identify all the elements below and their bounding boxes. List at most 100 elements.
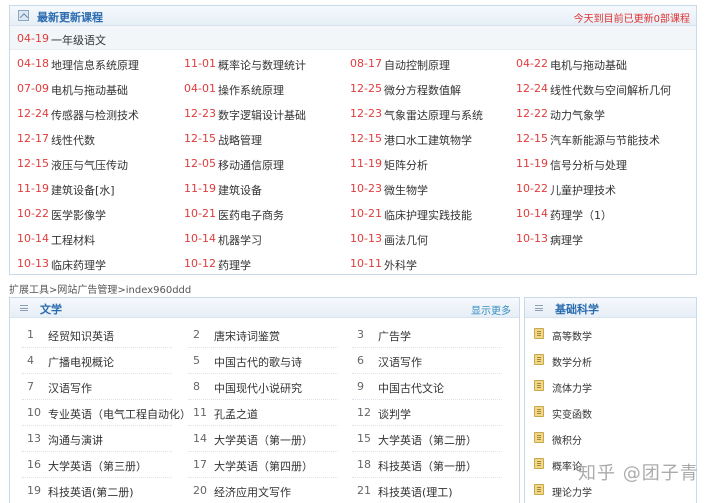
item-link[interactable]: 数学分析 <box>552 354 592 369</box>
course-item[interactable]: 10-21 临床护理实践技能 <box>350 202 520 226</box>
course-item[interactable]: 07-09 电机与拖动基础 <box>17 77 187 101</box>
course-link[interactable]: 医学影像学 <box>51 207 106 223</box>
course-item[interactable]: 10-13 临床药理学 <box>17 252 187 276</box>
course-item[interactable]: 11-01 概率论与数理统计 <box>184 52 354 76</box>
course-link[interactable]: 信号分析与处理 <box>550 157 627 173</box>
item-link[interactable]: 中国现代小说研究 <box>214 380 302 396</box>
course-item[interactable]: 12-24 线性代数与空间解析几何 <box>516 77 686 101</box>
course-link[interactable]: 外科学 <box>384 257 417 273</box>
list-item[interactable]: 7 汉语写作 <box>22 374 172 400</box>
list-item[interactable]: 12 谈判学 <box>352 400 502 426</box>
list-item[interactable]: 8 中国现代小说研究 <box>188 374 338 400</box>
course-link[interactable]: 微生物学 <box>384 182 428 198</box>
course-item[interactable]: 10-22 医学影像学 <box>17 202 187 226</box>
course-item[interactable]: 10-14 机器学习 <box>184 227 354 251</box>
course-link[interactable]: 自动控制原理 <box>384 57 450 73</box>
course-item[interactable]: 11-19 信号分析与处理 <box>516 152 686 176</box>
list-item[interactable]: 3 广告学 <box>352 322 502 348</box>
course-item[interactable]: 12-23 数字逻辑设计基础 <box>184 102 354 126</box>
course-link[interactable]: 电机与拖动基础 <box>51 82 128 98</box>
list-item[interactable]: 15 大学英语（第二册） <box>352 426 502 452</box>
course-link[interactable]: 儿童护理技术 <box>550 182 616 198</box>
course-link[interactable]: 工程材料 <box>51 232 95 248</box>
course-link[interactable]: 传感器与检测技术 <box>51 107 139 123</box>
item-link[interactable]: 大学英语（第三册） <box>48 458 147 474</box>
course-item[interactable]: 08-17 自动控制原理 <box>350 52 520 76</box>
list-item[interactable]: 13 沟通与演讲 <box>22 426 172 452</box>
featured-course[interactable]: 04-19 一年级语文 <box>10 26 696 50</box>
list-item[interactable]: 10 专业英语（电气工程自动化） <box>22 400 191 426</box>
item-link[interactable]: 大学英语（第一册） <box>214 432 313 448</box>
item-link[interactable]: 经济应用文写作 <box>214 484 291 500</box>
course-item[interactable]: 04-22 电机与拖动基础 <box>516 52 686 76</box>
item-link[interactable]: 大学英语（第二册） <box>378 432 477 448</box>
course-link[interactable]: 临床药理学 <box>51 257 106 273</box>
course-link[interactable]: 线性代数 <box>51 132 95 148</box>
course-link[interactable]: 线性代数与空间解析几何 <box>550 82 671 98</box>
list-item[interactable]: 高等数学 <box>532 322 692 348</box>
course-link[interactable]: 概率论与数理统计 <box>218 57 306 73</box>
list-item[interactable]: 14 大学英语（第一册） <box>188 426 338 452</box>
list-item[interactable]: 1 经贸知识英语 <box>22 322 172 348</box>
course-item[interactable]: 11-19 建筑设备[水] <box>17 177 187 201</box>
course-item[interactable]: 10-14 工程材料 <box>17 227 187 251</box>
course-item[interactable]: 12-25 微分方程数值解 <box>350 77 520 101</box>
item-link[interactable]: 高等数学 <box>552 328 592 343</box>
course-link[interactable]: 医药电子商务 <box>218 207 284 223</box>
course-link[interactable]: 操作系统原理 <box>218 82 284 98</box>
course-link[interactable]: 液压与气压传动 <box>51 157 128 173</box>
course-link[interactable]: 药理学 <box>218 257 251 273</box>
course-link[interactable]: 微分方程数值解 <box>384 82 461 98</box>
list-item[interactable]: 11 孔孟之道 <box>188 400 338 426</box>
course-item[interactable]: 12-24 传感器与检测技术 <box>17 102 187 126</box>
item-link[interactable]: 大学英语（第四册） <box>214 458 313 474</box>
item-link[interactable]: 唐宋诗词鉴赏 <box>214 328 280 344</box>
course-link[interactable]: 汽车新能源与节能技术 <box>550 132 660 148</box>
course-item[interactable]: 12-15 汽车新能源与节能技术 <box>516 127 686 151</box>
course-item[interactable]: 12-15 港口水工建筑物学 <box>350 127 520 151</box>
item-link[interactable]: 孔孟之道 <box>214 406 258 422</box>
item-link[interactable]: 沟通与演讲 <box>48 432 103 448</box>
list-item[interactable]: 流体力学 <box>532 374 692 400</box>
course-item[interactable]: 04-01 操作系统原理 <box>184 77 354 101</box>
course-link[interactable]: 地理信息系统原理 <box>51 57 139 73</box>
course-link[interactable]: 建筑设备[水] <box>51 182 115 198</box>
list-item[interactable]: 2 唐宋诗词鉴赏 <box>188 322 338 348</box>
course-item[interactable]: 11-19 矩阵分析 <box>350 152 520 176</box>
item-link[interactable]: 中国古代的歌与诗 <box>214 354 302 370</box>
course-link[interactable]: 药理学（1） <box>550 207 612 223</box>
course-item[interactable]: 12-05 移动通信原理 <box>184 152 354 176</box>
list-item[interactable]: 21 科技英语(理工) <box>352 478 502 503</box>
course-item[interactable]: 12-15 战略管理 <box>184 127 354 151</box>
list-item[interactable]: 5 中国古代的歌与诗 <box>188 348 338 374</box>
item-link[interactable]: 微积分 <box>552 432 582 447</box>
course-item[interactable]: 12-15 液压与气压传动 <box>17 152 187 176</box>
course-link[interactable]: 矩阵分析 <box>384 157 428 173</box>
course-item[interactable]: 11-19 建筑设备 <box>184 177 354 201</box>
course-link[interactable]: 港口水工建筑物学 <box>384 132 472 148</box>
course-link[interactable]: 机器学习 <box>218 232 262 248</box>
course-item[interactable]: 10-22 儿童护理技术 <box>516 177 686 201</box>
list-item[interactable]: 18 科技英语（第一册） <box>352 452 502 478</box>
course-link[interactable]: 数字逻辑设计基础 <box>218 107 306 123</box>
item-link[interactable]: 中国古代文论 <box>378 380 444 396</box>
course-link[interactable]: 画法几何 <box>384 232 428 248</box>
list-item[interactable]: 微积分 <box>532 426 692 452</box>
item-link[interactable]: 经贸知识英语 <box>48 328 114 344</box>
course-item[interactable]: 12-23 气象雷达原理与系统 <box>350 102 520 126</box>
list-item[interactable]: 6 汉语写作 <box>352 348 502 374</box>
item-link[interactable]: 谈判学 <box>378 406 411 422</box>
list-item[interactable]: 16 大学英语（第三册） <box>22 452 172 478</box>
course-item[interactable]: 10-21 医药电子商务 <box>184 202 354 226</box>
course-link[interactable]: 战略管理 <box>218 132 262 148</box>
show-more-link[interactable]: 显示更多 <box>471 302 511 317</box>
course-link[interactable]: 一年级语文 <box>51 32 106 48</box>
course-link[interactable]: 气象雷达原理与系统 <box>384 107 483 123</box>
course-item[interactable]: 10-13 病理学 <box>516 227 686 251</box>
item-link[interactable]: 专业英语（电气工程自动化） <box>48 406 191 422</box>
item-link[interactable]: 汉语写作 <box>378 354 422 370</box>
course-link[interactable]: 动力气象学 <box>550 107 605 123</box>
list-item[interactable]: 9 中国古代文论 <box>352 374 502 400</box>
course-item[interactable]: 12-17 线性代数 <box>17 127 187 151</box>
course-link[interactable]: 建筑设备 <box>218 182 262 198</box>
